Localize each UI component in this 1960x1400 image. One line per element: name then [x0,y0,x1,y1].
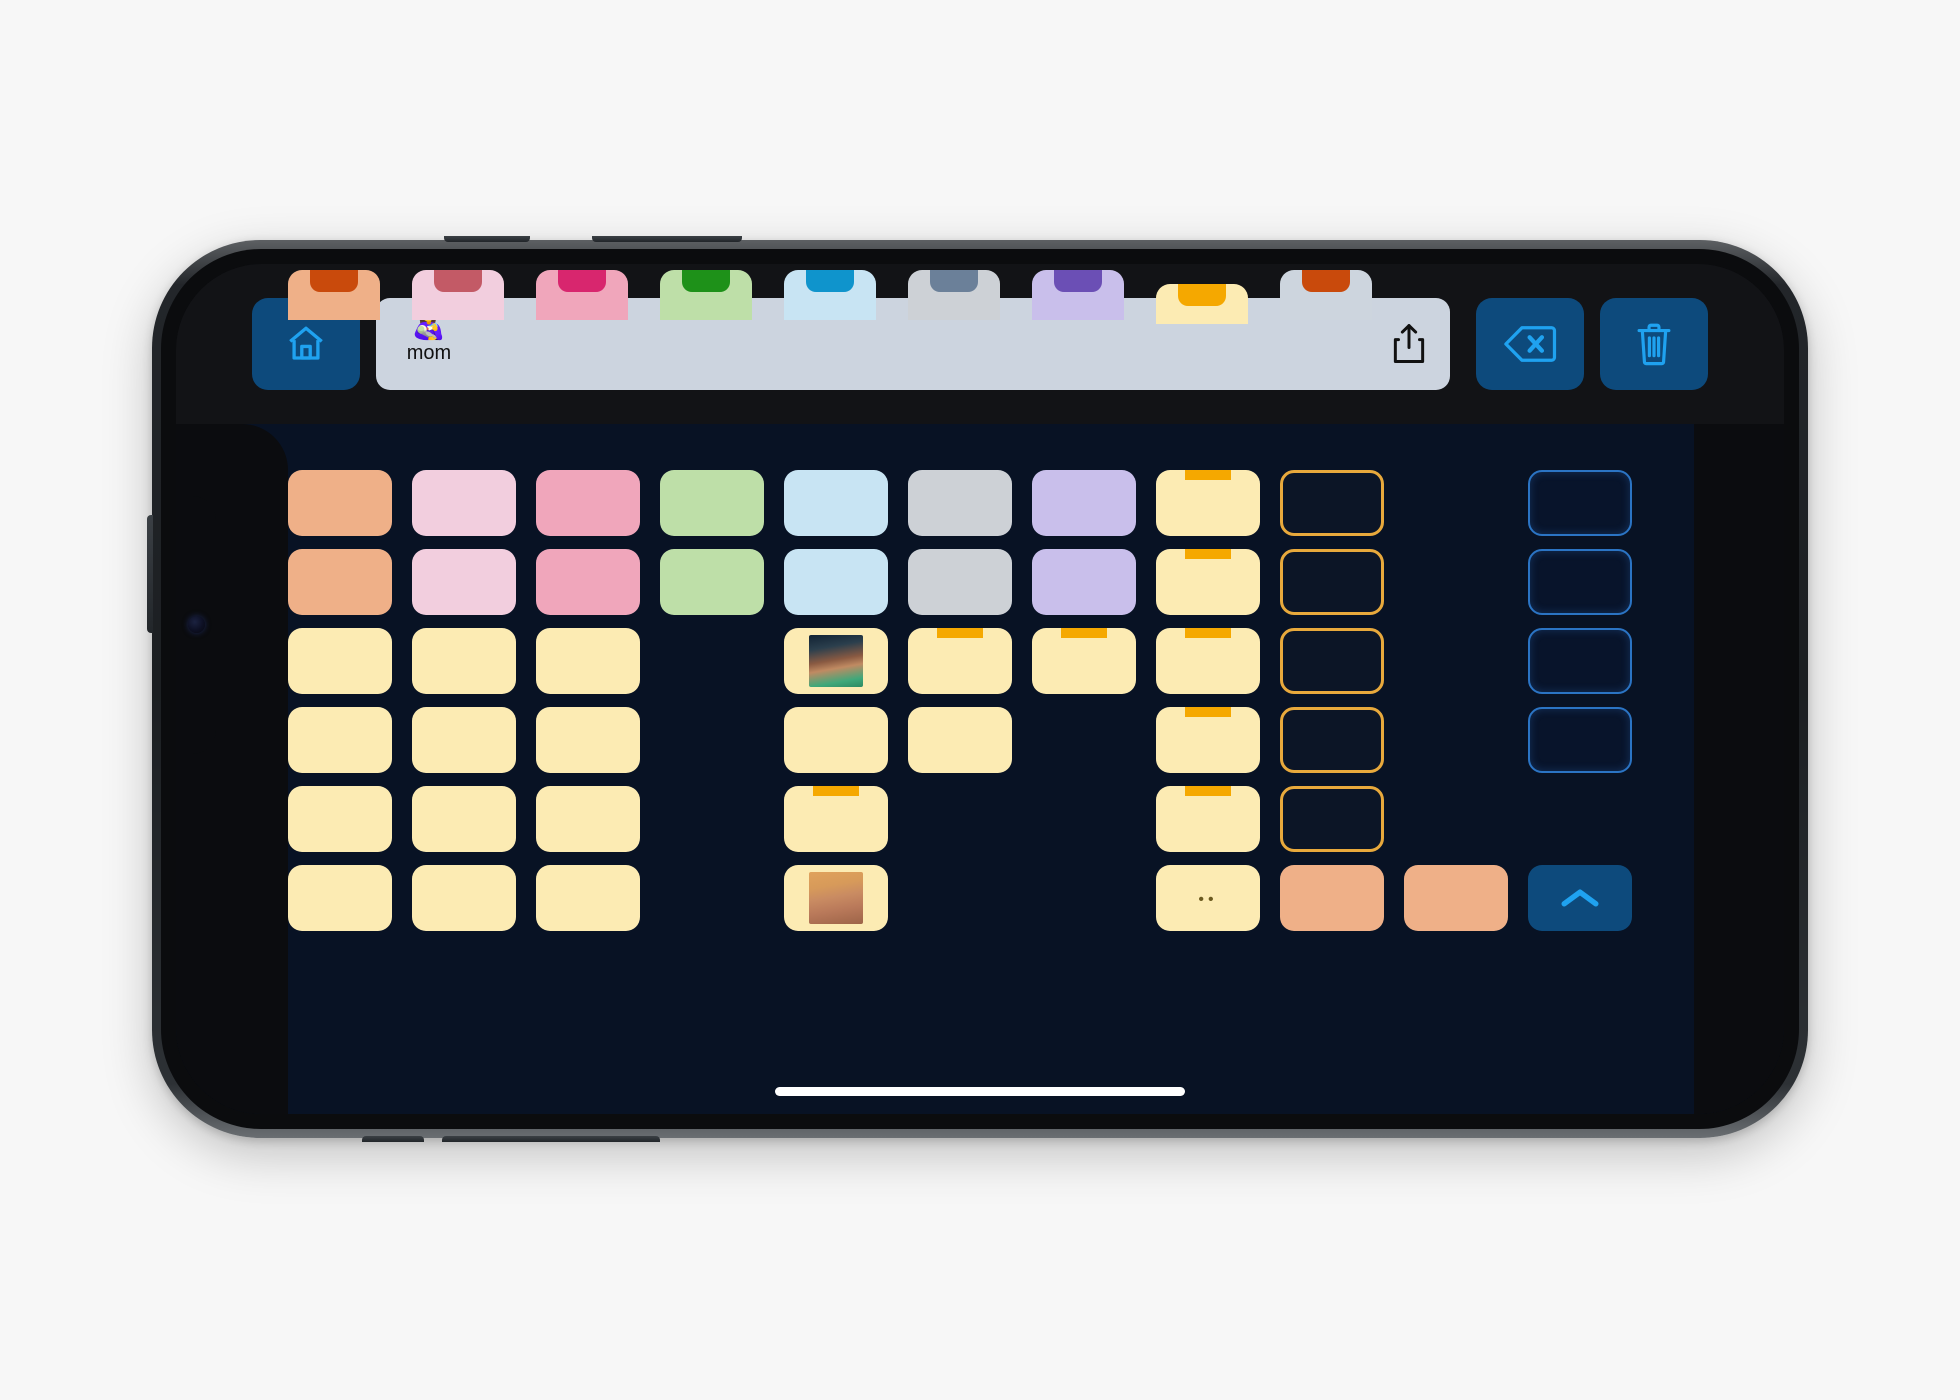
sentence-item-label: mom [406,342,452,364]
word-button-papa[interactable] [784,865,888,931]
prediction-mom[interactable] [1528,470,1632,536]
chevron-up-icon [1561,889,1599,907]
word-button-person[interactable] [412,628,516,694]
word-button-is-am-are[interactable] [412,470,516,536]
folder-button-roles[interactable] [1156,707,1260,773]
category-tab-social[interactable] [1032,270,1124,320]
category-tab-notch [806,270,854,292]
backspace-icon [1504,326,1557,362]
share-icon[interactable] [1388,320,1430,368]
scan-word-mommy[interactable] [1280,628,1384,694]
category-tab-notch [930,270,978,292]
collapse-board-button[interactable] [1528,865,1632,931]
prediction-moms[interactable] [1528,707,1632,773]
word-button-mom[interactable] [288,707,392,773]
word-button-baby[interactable] [536,707,640,773]
delete-button[interactable] [1600,298,1708,390]
folder-button-friends[interactable] [1156,628,1260,694]
aac-app: 👩‍🍼 mom [176,264,1784,1114]
trash-icon [1637,323,1671,366]
word-button-dad[interactable] [412,707,516,773]
word-button-you[interactable] [288,549,392,615]
word-button-to[interactable] [660,470,764,536]
page-dots: •• [1198,891,1218,908]
category-tab-questions[interactable] [908,270,1000,320]
category-tab-categories[interactable] [1156,284,1248,324]
word-button-in[interactable] [660,549,764,615]
category-tab-notch [1178,284,1226,306]
next-page-button[interactable]: •• [1156,865,1260,931]
scan-word-mama[interactable] [1280,549,1384,615]
word-button-woman[interactable] [288,865,392,931]
category-tab-prepositions[interactable] [660,270,752,320]
category-tab-negation[interactable] [784,270,876,320]
word-button-girl[interactable] [288,786,392,852]
device-button-bottom-1[interactable] [362,1136,424,1142]
contact-photo [809,872,863,924]
word-button-emoji[interactable] [908,707,1012,773]
screenshot-root: 👩‍🍼 mom [0,0,1960,1400]
folder-button-people[interactable] [1156,470,1260,536]
word-button-hi[interactable] [1032,470,1136,536]
board-right-gutter [1694,424,1784,1114]
phone-device: 👩‍🍼 mom [147,236,1808,1142]
home-icon [289,326,323,360]
word-button-friend[interactable] [536,628,640,694]
word-button-julian[interactable] [784,628,888,694]
scan-word-mother[interactable] [1280,707,1384,773]
vocabulary-board: •• [176,424,1784,1114]
word-button-people[interactable] [288,628,392,694]
folder-button-friends[interactable] [784,786,888,852]
word-button-i-me-my[interactable] [288,470,392,536]
word-button-how[interactable] [908,549,1012,615]
word-button-more[interactable] [784,549,888,615]
category-tab-notch [434,270,482,292]
category-tab-pronouns[interactable] [288,270,380,320]
backspace-button[interactable] [1476,298,1584,390]
keyword-button-a[interactable] [1280,865,1384,931]
word-button-not[interactable] [784,470,888,536]
category-tab-notch [1054,270,1102,292]
device-button-top-left[interactable] [444,236,530,242]
word-button-boy[interactable] [412,786,516,852]
prediction-mom-s[interactable] [1528,628,1632,694]
device-button-bottom-3[interactable] [562,1136,660,1142]
word-button-man[interactable] [412,865,516,931]
folder-button-time[interactable] [1156,549,1260,615]
category-tab-verbs-be[interactable] [412,270,504,320]
contact-photo [809,635,863,687]
category-tab-notch [310,270,358,292]
word-button-do[interactable] [412,549,516,615]
folder-button-family[interactable] [1032,628,1136,694]
category-tab-verbs[interactable] [536,270,628,320]
category-tab-notch [1302,270,1350,292]
folder-button-class[interactable] [908,628,1012,694]
category-tab-notch [558,270,606,292]
device-button-top-right[interactable] [592,236,742,242]
word-button-kid[interactable] [536,786,640,852]
word-button-please[interactable] [1032,549,1136,615]
home-indicator[interactable] [775,1087,1185,1096]
category-tab-extra[interactable] [1280,270,1372,320]
folder-button-identity[interactable] [1156,786,1260,852]
prediction-moms[interactable] [1528,549,1632,615]
keyword-button-the[interactable] [1404,865,1508,931]
word-button-want[interactable] [536,549,640,615]
front-camera-icon [188,616,205,633]
word-button-adult[interactable] [536,865,640,931]
category-tab-notch [682,270,730,292]
scan-word-mum[interactable] [1280,786,1384,852]
device-volume-button[interactable] [147,515,153,633]
word-button-go[interactable] [536,470,640,536]
word-button-what[interactable] [908,470,1012,536]
scan-word-mom[interactable] [1280,470,1384,536]
word-button-emoji[interactable] [784,707,888,773]
phone-screen: 👩‍🍼 mom [176,264,1784,1114]
